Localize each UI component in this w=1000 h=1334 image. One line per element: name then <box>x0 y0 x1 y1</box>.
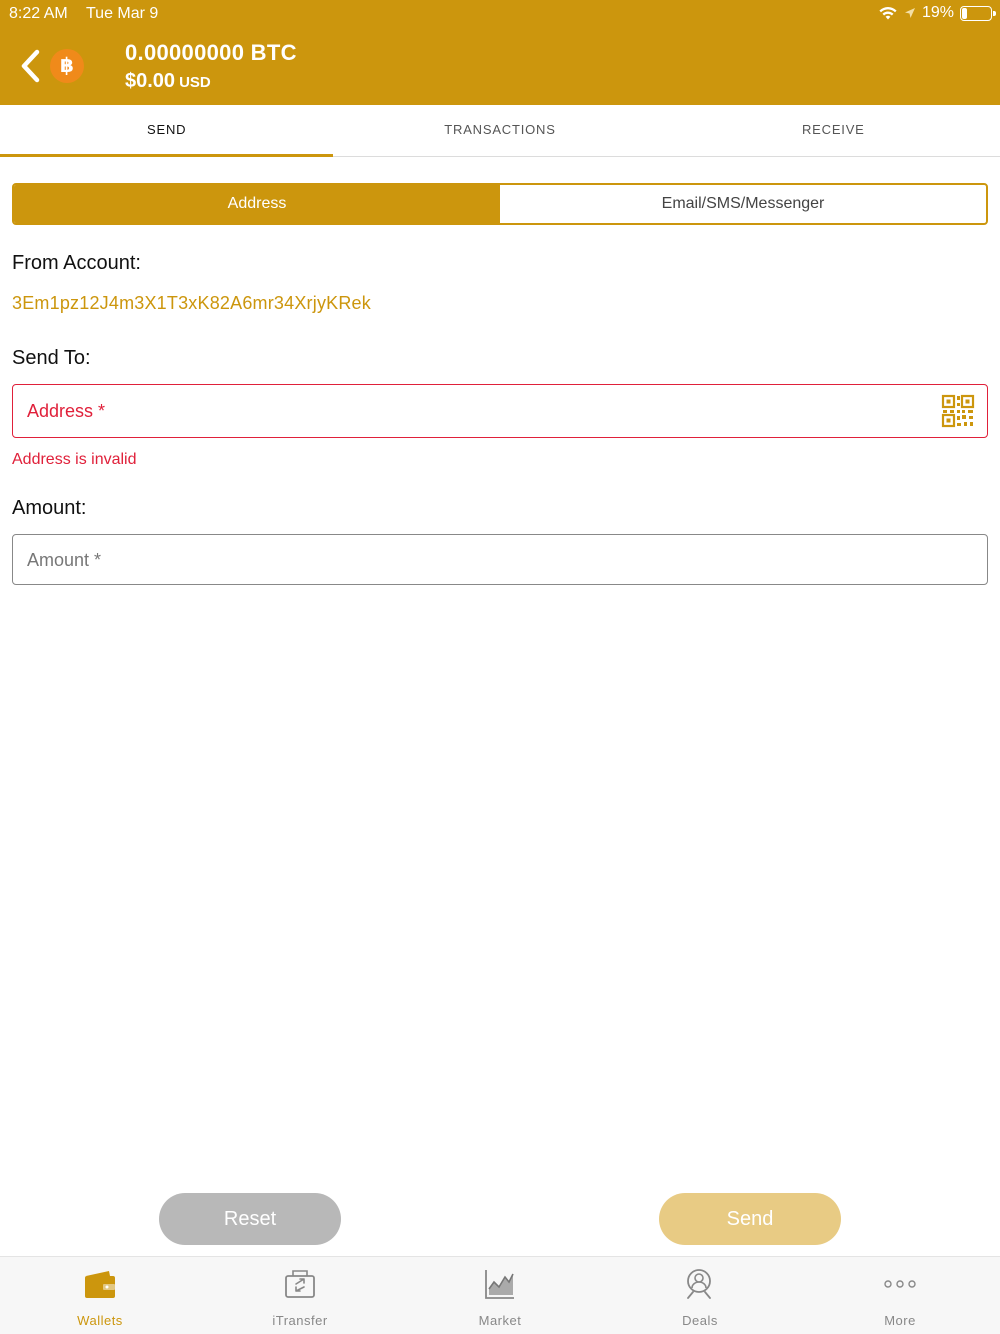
amount-label: Amount: <box>12 497 87 519</box>
qr-code-scan-icon[interactable] <box>941 394 975 428</box>
nav-wallets-label: Wallets <box>77 1313 123 1328</box>
bottom-nav: Wallets iTransfer Market Deals More <box>0 1256 1000 1334</box>
reset-button[interactable]: Reset <box>159 1193 341 1245</box>
nav-deals[interactable]: Deals <box>600 1257 800 1334</box>
back-chevron-icon[interactable] <box>14 46 48 86</box>
address-input[interactable]: Address * <box>12 384 988 438</box>
battery-percent: 19% <box>921 4 954 21</box>
status-date: Tue Mar 9 <box>86 5 159 22</box>
balance-usd-amount: $0.00 <box>125 70 176 92</box>
bitcoin-icon: ฿ <box>50 49 84 83</box>
balance-usd: $0.00 USD <box>125 70 211 93</box>
segment-email-sms-messenger[interactable]: Email/SMS/Messenger <box>500 185 986 223</box>
wifi-icon <box>879 7 897 20</box>
send-method-toggle: Address Email/SMS/Messenger <box>12 183 988 225</box>
battery-level <box>962 7 967 19</box>
amount-placeholder: Amount * <box>27 550 102 570</box>
nav-more[interactable]: More <box>800 1257 1000 1334</box>
nav-deals-label: Deals <box>682 1313 718 1328</box>
nav-more-label: More <box>884 1313 916 1328</box>
send-button[interactable]: Send <box>659 1193 841 1245</box>
nav-itransfer[interactable]: iTransfer <box>200 1257 400 1334</box>
itransfer-icon <box>285 1270 315 1298</box>
balance-currency: USD <box>179 74 211 91</box>
status-bar: 8:22 AM Tue Mar 9 19% <box>0 0 1000 28</box>
address-error: Address is invalid <box>12 451 137 468</box>
deals-search-icon <box>687 1269 711 1299</box>
tab-transactions[interactable]: TRANSACTIONS <box>333 105 666 156</box>
tab-bar: SEND TRANSACTIONS RECEIVE <box>0 105 1000 157</box>
balance-btc: 0.00000000 BTC <box>125 40 297 65</box>
nav-itransfer-label: iTransfer <box>272 1313 328 1328</box>
nav-wallets[interactable]: Wallets <box>0 1257 200 1334</box>
from-account-address: 3Em1pz12J4m3X1T3xK82A6mr34XrjyKRek <box>12 293 371 313</box>
address-placeholder: Address * <box>27 401 106 421</box>
segment-address[interactable]: Address <box>14 185 500 223</box>
tab-send[interactable]: SEND <box>0 105 334 157</box>
location-arrow-icon <box>904 8 915 18</box>
chart-icon <box>485 1270 514 1299</box>
more-dots-icon <box>884 1280 916 1288</box>
send-to-label: Send To: <box>12 347 91 369</box>
tab-receive[interactable]: RECEIVE <box>667 105 1000 156</box>
amount-input[interactable]: Amount * <box>12 534 988 585</box>
status-indicators: 19% <box>878 4 996 22</box>
from-account-label: From Account: <box>12 252 141 274</box>
battery-icon <box>960 5 996 21</box>
nav-market[interactable]: Market <box>400 1257 600 1334</box>
status-time: 8:22 AM <box>9 5 68 22</box>
wallet-icon <box>85 1271 115 1298</box>
nav-market-label: Market <box>478 1313 522 1328</box>
app-header: 8:22 AM Tue Mar 9 19% ฿ 0.00000000 BTC $… <box>0 0 1000 105</box>
